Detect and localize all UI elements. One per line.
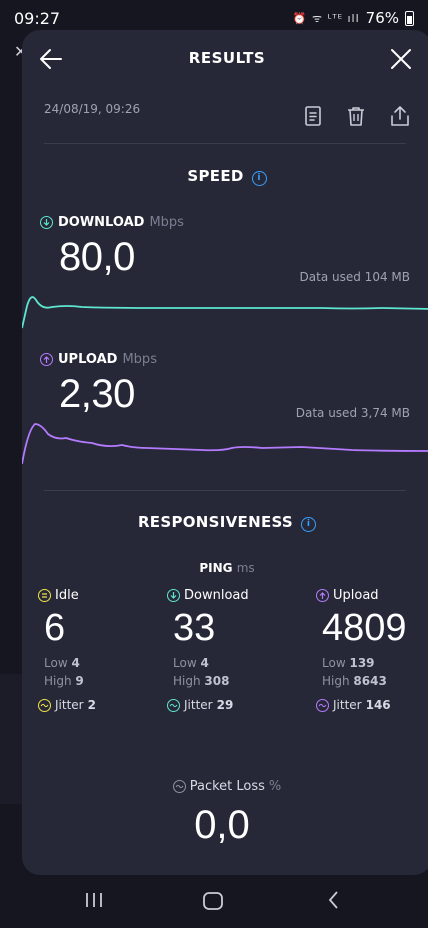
status-bar: 09:27 ⏰ ᯤ ᴸᵀᴱ ıll 76%	[0, 0, 428, 34]
battery-icon	[405, 10, 414, 26]
upload-high: High 8643	[322, 674, 387, 688]
download-ping-icon	[167, 589, 180, 602]
ping-unit: ms	[236, 561, 255, 575]
back-icon[interactable]	[326, 890, 342, 910]
packet-loss: Packet Loss % 0,0	[22, 778, 428, 848]
responsiveness-section-title: RESPONSIVENESS i	[22, 513, 428, 532]
speed-divider	[44, 490, 406, 491]
upload-ping-label-text: Upload	[333, 588, 379, 603]
idle-jitter: Jitter 2	[38, 698, 148, 712]
responsiveness-title-text: RESPONSIVENESS	[137, 513, 294, 531]
battery-percent: 76%	[365, 9, 399, 27]
status-time: 09:27	[14, 9, 61, 28]
ping-idle-column: Idle 6 Low 4 High 9 Jitter 2	[38, 588, 148, 712]
upload-label-text: UPLOAD	[58, 352, 118, 367]
upload-ping-label: Upload	[316, 588, 426, 603]
upload-ping-value: 4809	[322, 607, 407, 649]
packet-loss-icon	[172, 780, 186, 793]
download-label-text: DOWNLOAD	[58, 215, 145, 230]
jitter-icon	[38, 698, 51, 712]
upload-graph	[22, 423, 428, 465]
responsiveness-info-icon[interactable]: i	[301, 517, 317, 532]
upload-arrow-icon	[40, 353, 53, 366]
speed-title-text: SPEED	[187, 167, 244, 185]
navigation-bar	[0, 876, 428, 928]
idle-icon	[38, 589, 51, 602]
ping-download-column: Download 33 Low 4 High 308 Jitter 29	[167, 588, 277, 712]
upload-ping-icon	[316, 589, 329, 602]
jitter-icon	[167, 698, 180, 712]
upload-speed-value: 2,30	[59, 372, 135, 416]
idle-label-text: Idle	[55, 588, 79, 603]
packet-loss-label: Packet Loss %	[172, 779, 281, 794]
download-ping-label: Download	[167, 588, 277, 603]
status-right: ⏰ ᯤ ᴸᵀᴱ ıll 76%	[293, 9, 414, 27]
idle-low: Low 4	[44, 656, 80, 670]
trash-icon[interactable]	[345, 105, 367, 127]
upload-low: Low 139	[322, 656, 375, 670]
idle-high: High 9	[44, 674, 84, 688]
recent-apps-icon[interactable]	[84, 890, 104, 910]
speed-section-title: SPEED i	[22, 167, 428, 186]
result-datetime: 24/08/19, 09:26	[44, 102, 141, 116]
status-icons: ⏰ ᯤ ᴸᵀᴱ ıll	[292, 11, 360, 25]
download-jitter: Jitter 29	[167, 698, 277, 712]
upload-jitter: Jitter 146	[316, 698, 426, 712]
header-divider	[44, 143, 406, 144]
notes-icon[interactable]	[302, 105, 324, 127]
close-icon[interactable]	[387, 45, 415, 73]
download-graph	[22, 296, 428, 329]
idle-label: Idle	[38, 588, 148, 603]
download-low: Low 4	[173, 656, 209, 670]
upload-unit: Mbps	[122, 352, 157, 367]
results-card: RESULTS 24/08/19, 09:26 SPEED i DOWNLOAD …	[22, 30, 428, 875]
download-unit: Mbps	[149, 215, 184, 230]
download-ping-value: 33	[173, 607, 216, 649]
upload-label: UPLOAD Mbps	[40, 352, 157, 367]
download-label: DOWNLOAD Mbps	[40, 215, 184, 230]
idle-ping-value: 6	[44, 607, 66, 649]
ping-label-text: PING	[199, 561, 233, 575]
speed-info-icon[interactable]: i	[251, 171, 267, 186]
ping-label: PING ms	[22, 561, 428, 575]
download-speed-value: 80,0	[59, 235, 135, 279]
jitter-icon	[316, 698, 329, 712]
page-title: RESULTS	[188, 49, 266, 67]
download-arrow-icon	[40, 216, 53, 229]
share-icon[interactable]	[389, 105, 411, 127]
packet-loss-value: 0,0	[194, 803, 250, 847]
ping-upload-column: Upload 4809 Low 139 High 8643 Jitter 146	[316, 588, 426, 712]
home-icon[interactable]	[202, 890, 224, 912]
download-data-used: Data used 104 MB	[299, 270, 410, 284]
download-high: High 308	[173, 674, 230, 688]
download-ping-label-text: Download	[184, 588, 249, 603]
